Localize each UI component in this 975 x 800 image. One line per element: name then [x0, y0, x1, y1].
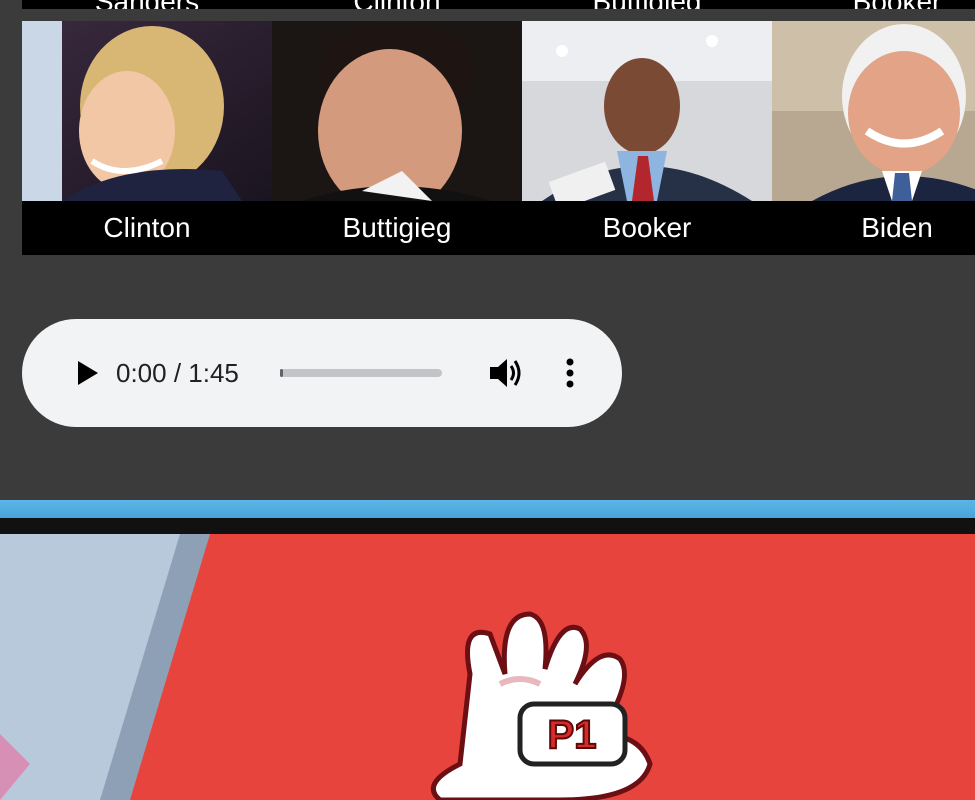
candidate-card-clinton-top[interactable]: Clinton — [272, 0, 522, 9]
volume-button[interactable] — [488, 356, 524, 390]
more-options-button[interactable] — [558, 357, 582, 389]
candidate-name: Buttigieg — [342, 212, 452, 243]
candidate-card-sanders[interactable]: Sanders — [22, 0, 272, 9]
play-button[interactable] — [74, 359, 102, 387]
candidate-card-buttigieg[interactable]: Buttigieg — [272, 21, 522, 255]
candidate-name: Booker — [602, 212, 692, 243]
audio-time: 0:00 / 1:45 — [116, 358, 239, 388]
candidate-name: Clinton — [272, 0, 522, 9]
audio-player: 0:00 / 1:45 — [22, 319, 622, 427]
candidate-row: Clinton Buttigieg Booker Biden — [22, 21, 975, 255]
game-banner: P1 — [0, 500, 975, 800]
candidate-card-booker-top[interactable]: Booker — [772, 0, 975, 9]
candidate-photo — [772, 21, 975, 201]
candidate-name: Biden — [861, 212, 933, 243]
candidate-card-booker[interactable]: Booker — [522, 21, 772, 255]
audio-seek-bar[interactable] — [280, 369, 442, 377]
candidate-name: Booker — [772, 0, 975, 9]
play-icon — [78, 361, 98, 385]
candidate-photo — [22, 21, 272, 201]
candidate-card-biden[interactable]: Biden — [772, 21, 975, 255]
candidate-photo — [272, 21, 522, 201]
candidate-row-top: Sanders Clinton Buttigieg Booker — [22, 0, 975, 9]
banner-border — [0, 518, 975, 534]
candidate-photo — [522, 21, 772, 201]
banner-art: P1 — [0, 534, 653, 800]
p1-badge: P1 — [517, 701, 628, 767]
audio-progress — [280, 369, 283, 377]
candidate-card-buttigieg-top[interactable]: Buttigieg — [522, 0, 772, 9]
volume-icon — [490, 359, 521, 387]
p1-badge-text: P1 — [548, 713, 597, 757]
candidate-name: Buttigieg — [522, 0, 772, 9]
candidate-name: Sanders — [22, 0, 272, 9]
candidate-card-clinton[interactable]: Clinton — [22, 21, 272, 255]
candidate-name: Clinton — [103, 212, 191, 243]
banner-stripe — [0, 500, 975, 518]
more-vert-icon — [566, 358, 574, 388]
